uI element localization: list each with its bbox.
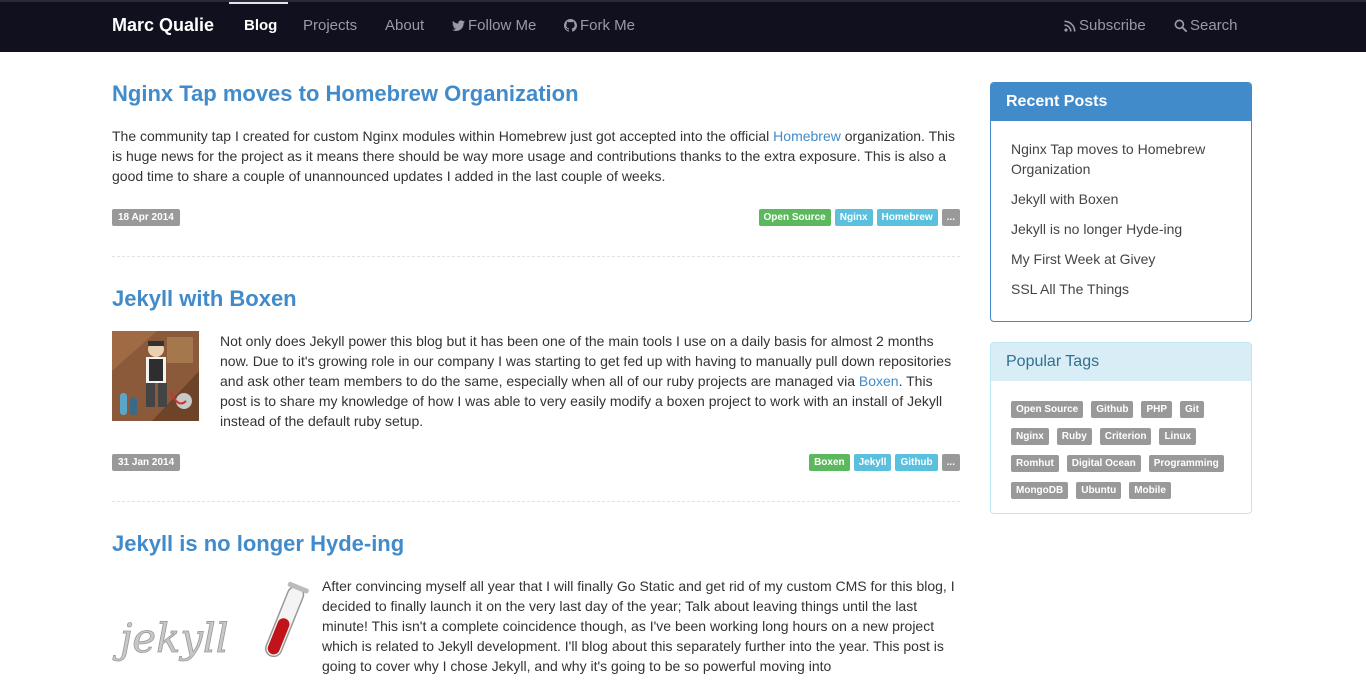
nav-about[interactable]: About bbox=[385, 17, 424, 34]
popular-tags-panel: Popular Tags Open Source Github PHP Git … bbox=[990, 342, 1252, 514]
tag-link[interactable]: Ruby bbox=[1056, 428, 1092, 445]
post-title[interactable]: Jekyll is no longer Hyde-ing bbox=[112, 531, 404, 557]
tag-homebrew[interactable]: Homebrew bbox=[876, 209, 938, 226]
brand-link[interactable]: Marc Qualie bbox=[112, 15, 214, 36]
boxen-link[interactable]: Boxen bbox=[859, 373, 899, 389]
post-divider bbox=[112, 256, 960, 257]
tag-link[interactable]: Github bbox=[1091, 401, 1134, 418]
more-tags-button[interactable]: ... bbox=[941, 209, 960, 226]
boxen-thumbnail[interactable] bbox=[112, 331, 199, 426]
nav-blog[interactable]: Blog bbox=[244, 17, 277, 34]
nav-fork-label: Fork Me bbox=[580, 17, 636, 34]
recent-posts-heading: Recent Posts bbox=[991, 83, 1251, 121]
post-date: 18 Apr 2014 bbox=[112, 209, 180, 226]
nav-follow-label: Follow Me bbox=[468, 17, 537, 34]
tag-link[interactable]: Programming bbox=[1148, 455, 1224, 472]
recent-post-link[interactable]: SSL All The Things bbox=[1011, 279, 1231, 299]
post-excerpt: Not only does Jekyll power this blog but… bbox=[220, 331, 960, 431]
nav-projects[interactable]: Projects bbox=[303, 17, 357, 34]
post-tags: Boxen Jekyll Github ... bbox=[809, 454, 960, 471]
post-title[interactable]: Nginx Tap moves to Homebrew Organization bbox=[112, 81, 960, 107]
tag-link[interactable]: Open Source bbox=[1011, 401, 1084, 418]
tag-link[interactable]: PHP bbox=[1141, 401, 1173, 418]
nav-search[interactable]: Search bbox=[1174, 17, 1238, 34]
search-icon bbox=[1174, 19, 1187, 32]
recent-post-link[interactable]: Jekyll is no longer Hyde-ing bbox=[1011, 219, 1231, 239]
tag-link[interactable]: Romhut bbox=[1011, 455, 1059, 472]
boxen-illustration bbox=[112, 331, 199, 421]
github-icon bbox=[564, 19, 577, 32]
navbar: Marc Qualie Blog Projects About Follow M… bbox=[0, 0, 1366, 52]
tag-github[interactable]: Github bbox=[895, 454, 938, 471]
svg-text:jekyll: jekyll bbox=[112, 616, 229, 662]
popular-tags-heading: Popular Tags bbox=[991, 343, 1251, 381]
nav-subscribe[interactable]: Subscribe bbox=[1064, 17, 1146, 34]
tag-link[interactable]: Nginx bbox=[1011, 428, 1049, 445]
tag-open-source[interactable]: Open Source bbox=[758, 209, 831, 226]
post-tags: Open Source Nginx Homebrew ... bbox=[758, 209, 960, 226]
tag-link[interactable]: Ubuntu bbox=[1076, 482, 1122, 499]
more-tags-button[interactable]: ... bbox=[941, 454, 960, 471]
post-title[interactable]: Jekyll with Boxen bbox=[112, 286, 297, 312]
post-date: 31 Jan 2014 bbox=[112, 454, 181, 471]
nav-follow-me[interactable]: Follow Me bbox=[452, 17, 536, 34]
tag-nginx[interactable]: Nginx bbox=[834, 209, 873, 226]
tag-boxen[interactable]: Boxen bbox=[809, 454, 850, 471]
tag-link[interactable]: Mobile bbox=[1129, 482, 1171, 499]
active-indicator bbox=[229, 2, 288, 4]
rss-icon bbox=[1064, 20, 1076, 32]
tag-link[interactable]: Git bbox=[1180, 401, 1204, 418]
nav-fork-me[interactable]: Fork Me bbox=[564, 17, 635, 34]
tag-link[interactable]: Digital Ocean bbox=[1066, 455, 1141, 472]
post-excerpt: After convincing myself all year that I … bbox=[322, 578, 955, 674]
recent-posts-panel: Recent Posts Nginx Tap moves to Homebrew… bbox=[990, 82, 1252, 322]
tag-jekyll[interactable]: Jekyll bbox=[853, 454, 892, 471]
sidebar: Recent Posts Nginx Tap moves to Homebrew… bbox=[990, 82, 1252, 514]
recent-post-link[interactable]: Nginx Tap moves to Homebrew Organization bbox=[1011, 139, 1231, 179]
tag-cloud: Open Source Github PHP Git Nginx Ruby Cr… bbox=[991, 381, 1251, 513]
jekyll-logo: jekyll bbox=[112, 581, 309, 662]
homebrew-link[interactable]: Homebrew bbox=[773, 128, 841, 144]
jekyll-thumbnail[interactable]: jekyll bbox=[112, 578, 312, 683]
recent-post-link[interactable]: My First Week at Givey bbox=[1011, 249, 1231, 269]
nav-search-label: Search bbox=[1190, 17, 1238, 34]
excerpt-text: Not only does Jekyll power this blog but… bbox=[220, 333, 952, 389]
nav-subscribe-label: Subscribe bbox=[1079, 17, 1146, 34]
post-item: Nginx Tap moves to Homebrew Organization… bbox=[112, 81, 960, 186]
post-divider bbox=[112, 501, 960, 502]
post-excerpt: The community tap I created for custom N… bbox=[112, 126, 960, 186]
recent-posts-list: Nginx Tap moves to Homebrew Organization… bbox=[991, 121, 1251, 321]
tag-link[interactable]: Linux bbox=[1159, 428, 1197, 445]
tag-link[interactable]: MongoDB bbox=[1011, 482, 1069, 499]
twitter-icon bbox=[452, 20, 465, 31]
tag-link[interactable]: Criterion bbox=[1099, 428, 1152, 445]
excerpt-text: The community tap I created for custom N… bbox=[112, 128, 774, 144]
recent-post-link[interactable]: Jekyll with Boxen bbox=[1011, 189, 1231, 209]
